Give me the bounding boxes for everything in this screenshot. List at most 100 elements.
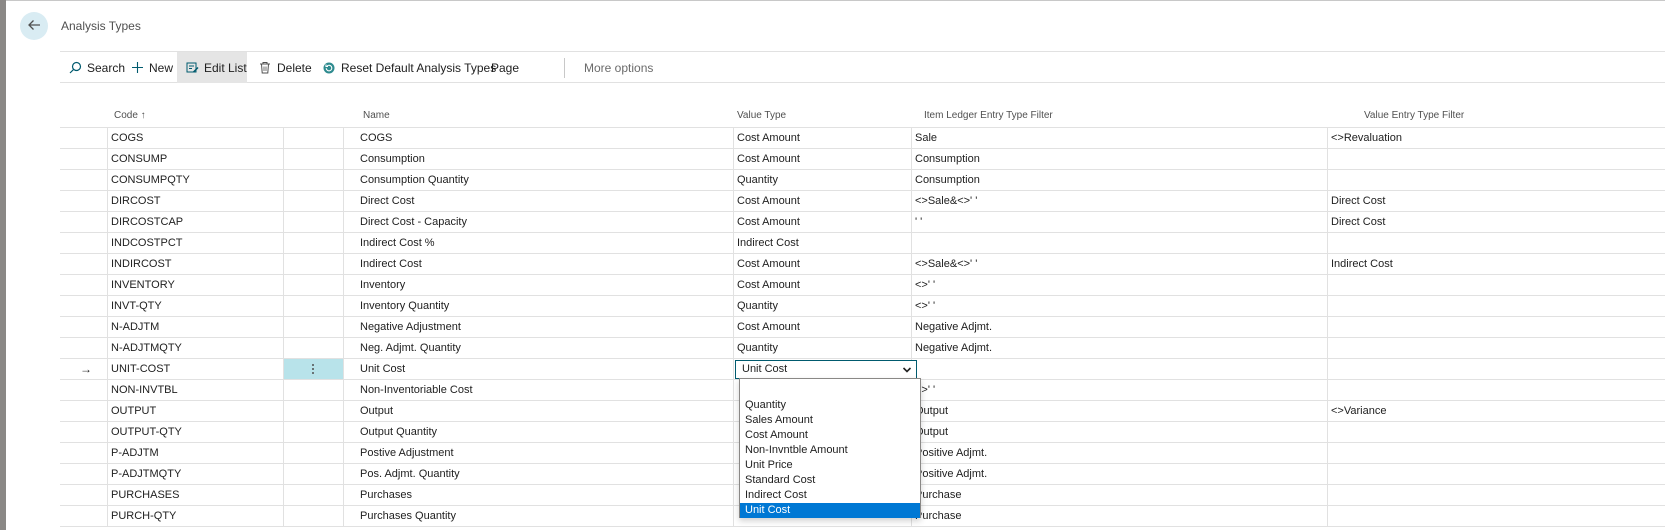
cell-code[interactable]: CONSUMP xyxy=(107,149,343,169)
cell-value-type: Cost Amount xyxy=(737,258,800,270)
cell-code[interactable]: N-ADJTM xyxy=(107,317,343,337)
table-row[interactable]: DIRCOSTCAP Direct Cost - Capacity Cost Amo… xyxy=(60,212,1665,233)
cell-name: Inventory xyxy=(360,279,406,291)
dropdown-option[interactable] xyxy=(740,383,920,398)
cell-item-ledger-filter: Negative Adjmt. xyxy=(915,342,993,354)
table-row[interactable]: INDIRCOST Indirect Cost Cost Amount <>Sale&… xyxy=(60,254,1665,275)
cell-item-ledger-filter: Purchase xyxy=(915,510,962,522)
column-header-name[interactable]: Name xyxy=(363,105,390,127)
cell-name: Purchases xyxy=(360,489,412,501)
table-row[interactable]: CONSUMP Consumption Cost Amount Consumption xyxy=(60,149,1665,170)
dropdown-option[interactable]: Unit Cost xyxy=(740,503,920,518)
cell-item-ledger-filter xyxy=(911,359,1327,379)
cell-value-entry-filter xyxy=(1327,506,1665,526)
cell-name: Consumption xyxy=(360,153,425,165)
column-header-value-entry-filter[interactable]: Value Entry Type Filter xyxy=(1364,105,1464,127)
table-row[interactable]: CONSUMPQTY Consumption Quantity Quantity Co… xyxy=(60,170,1665,191)
table-row[interactable]: INVT-QTY Inventory Quantity Quantity <>' ' xyxy=(60,296,1665,317)
dropdown-option[interactable]: Unit Price xyxy=(740,458,920,473)
cell-value-entry-filter: Indirect Cost xyxy=(1331,258,1393,270)
cell-code[interactable]: CONSUMPQTY xyxy=(107,170,343,190)
dropdown-option[interactable]: Cost Amount xyxy=(740,428,920,443)
cell-name: Unit Cost xyxy=(360,363,406,375)
cell-code[interactable]: NON-INVTBL xyxy=(107,380,343,400)
cell-code[interactable]: N-ADJTMQTY xyxy=(107,338,343,358)
cell-name: Indirect Cost xyxy=(360,258,422,270)
cell-name: Consumption Quantity xyxy=(360,174,469,186)
cell-item-ledger-filter: Output xyxy=(915,426,949,438)
search-button[interactable]: Search xyxy=(68,52,125,83)
column-separator xyxy=(343,422,344,443)
new-label: New xyxy=(149,60,174,75)
column-separator xyxy=(343,317,344,338)
table-row[interactable]: DIRCOST Direct Cost Cost Amount <>Sale&<>' … xyxy=(60,191,1665,212)
cell-code[interactable]: COGS xyxy=(107,128,343,148)
dropdown-option[interactable]: Sales Amount xyxy=(740,413,920,428)
table-row[interactable]: COGS COGS Cost Amount Sale <>Revaluation xyxy=(60,128,1665,149)
column-header-item-ledger-filter[interactable]: Item Ledger Entry Type Filter xyxy=(924,105,1053,127)
cell-value-type: Quantity xyxy=(737,174,778,186)
cell-code[interactable]: OUTPUT xyxy=(107,401,343,421)
column-separator xyxy=(733,359,734,380)
cell-name: COGS xyxy=(360,132,393,144)
more-options-label: More options xyxy=(584,60,654,75)
table-row[interactable]: N-ADJTM Negative Adjustment Cost Amount Neg… xyxy=(60,317,1665,338)
cell-code[interactable]: OUTPUT-QTY xyxy=(107,422,343,442)
cell-item-ledger-filter: Positive Adjmt. xyxy=(915,468,988,480)
table-row[interactable]: N-ADJTMQTY Neg. Adjmt. Quantity Quantity Ne… xyxy=(60,338,1665,359)
reset-icon xyxy=(322,61,336,75)
table-row[interactable]: INVENTORY Inventory Cost Amount <>' ' xyxy=(60,275,1665,296)
table-row[interactable]: INDCOSTPCT Indirect Cost % Indirect Cost xyxy=(60,233,1665,254)
cell-item-ledger-filter: Consumption xyxy=(915,153,980,165)
column-separator xyxy=(343,170,344,191)
column-separator xyxy=(343,401,344,422)
column-header-code[interactable]: Code ↑ xyxy=(114,105,146,127)
column-header-value-type[interactable]: Value Type xyxy=(737,105,786,127)
dropdown-option[interactable]: Non-Invntble Amount xyxy=(740,443,920,458)
cell-name: Direct Cost xyxy=(360,195,415,207)
cell-code[interactable]: UNIT-COST xyxy=(107,359,343,379)
cell-code[interactable]: INVENTORY xyxy=(107,275,343,295)
back-button[interactable] xyxy=(20,12,48,40)
dropdown-option[interactable]: Indirect Cost xyxy=(740,488,920,503)
cell-name: Output xyxy=(360,405,394,417)
column-separator xyxy=(343,296,344,317)
new-button[interactable]: New xyxy=(130,52,173,83)
cell-item-ledger-filter: Positive Adjmt. xyxy=(915,447,988,459)
cell-code[interactable]: P-ADJTMQTY xyxy=(107,464,343,484)
cell-name: Negative Adjustment xyxy=(360,321,461,333)
cell-value-entry-filter: <>Variance xyxy=(1331,405,1387,417)
value-type-select[interactable]: Unit Cost xyxy=(735,360,917,379)
table-row[interactable]: → UNIT-COST Unit Cost Unit Cost xyxy=(60,359,1665,380)
cell-code[interactable]: PURCHASES xyxy=(107,485,343,505)
cell-code[interactable]: PURCH-QTY xyxy=(107,506,343,526)
column-separator xyxy=(343,128,344,149)
edit-list-label: Edit List xyxy=(204,60,247,75)
page-menu-button[interactable]: Page xyxy=(491,52,519,83)
more-options-button[interactable]: More options xyxy=(584,52,653,83)
cell-value-type: Cost Amount xyxy=(737,321,800,333)
cell-code[interactable]: P-ADJTM xyxy=(107,443,343,463)
reset-default-button[interactable]: Reset Default Analysis Types xyxy=(322,52,496,83)
cell-value-entry-filter xyxy=(1327,317,1665,337)
cell-code[interactable]: DIRCOSTCAP xyxy=(107,212,343,232)
cell-item-ledger-filter: Output xyxy=(915,405,949,417)
dropdown-option[interactable]: Quantity xyxy=(740,398,920,413)
dropdown-option[interactable]: Standard Cost xyxy=(740,473,920,488)
toolbar-divider xyxy=(564,58,565,78)
cell-code[interactable]: INVT-QTY xyxy=(107,296,343,316)
cell-code[interactable]: INDIRCOST xyxy=(107,254,343,274)
cell-code[interactable]: INDCOSTPCT xyxy=(107,233,343,253)
column-separator xyxy=(343,506,344,527)
cell-value-entry-filter xyxy=(1327,359,1665,379)
value-type-select-value: Unit Cost xyxy=(742,363,788,375)
delete-button[interactable]: Delete xyxy=(258,52,312,83)
cell-value-type: Cost Amount xyxy=(737,153,800,165)
cell-code[interactable]: DIRCOST xyxy=(107,191,343,211)
edit-list-button[interactable]: Edit List xyxy=(177,52,247,83)
column-separator xyxy=(343,275,344,296)
cell-value-entry-filter xyxy=(1327,464,1665,484)
cell-name: Postive Adjustment xyxy=(360,447,454,459)
value-type-dropdown-list[interactable]: Quantity Sales Amount Cost Amount Non-Invnt… xyxy=(739,378,921,518)
cell-value-entry-filter: <>Revaluation xyxy=(1331,132,1402,144)
